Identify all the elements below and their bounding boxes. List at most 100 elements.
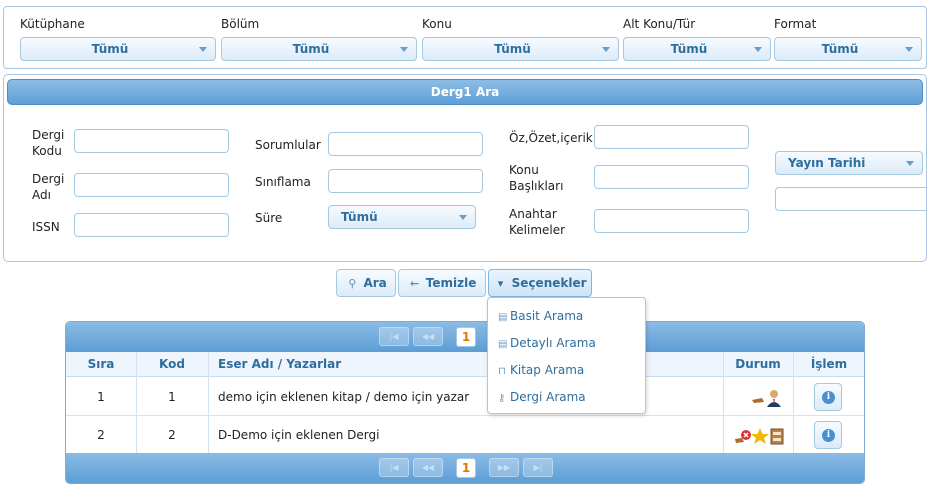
- options-button-label: Seçenekler: [511, 276, 587, 290]
- journal-code-input[interactable]: [74, 129, 229, 153]
- column-divider: [208, 352, 209, 453]
- menu-item-label: Basit Arama: [510, 309, 584, 323]
- chevron-down-icon: [754, 47, 762, 52]
- responsibles-label: Sorumlular: [255, 138, 321, 152]
- subject-select[interactable]: Tümü: [422, 37, 619, 61]
- menu-item-detailed-search[interactable]: ▤ Detaylı Arama: [498, 334, 596, 352]
- keywords-input[interactable]: [594, 209, 749, 233]
- info-icon: i: [822, 429, 835, 442]
- format-select[interactable]: Tümü: [774, 37, 922, 61]
- filter-section: Bölüm: [221, 16, 259, 32]
- search-button-label: Ara: [363, 276, 387, 290]
- chevron-down-icon: [906, 161, 914, 166]
- status-icons: [734, 416, 786, 454]
- prev-page-icon[interactable]: ◀◀: [413, 327, 443, 346]
- menu-item-label: Kitap Arama: [510, 363, 585, 377]
- filter-bar: Kütüphane Tümü Bölüm Tümü Konu Tümü Alt …: [3, 6, 927, 69]
- chevron-down-icon: [905, 47, 913, 52]
- table-row: 1 1 demo için eklenen kitap / demo için …: [66, 378, 864, 416]
- chevron-down-icon: [199, 47, 207, 52]
- status-set-icon: [735, 427, 784, 444]
- journal-code-label: Dergi Kodu: [32, 128, 65, 158]
- classification-input[interactable]: [328, 169, 483, 193]
- select-value: Tümü: [494, 42, 531, 56]
- select-value: Tümü: [821, 42, 859, 56]
- table-header: Sıra Kod Eser Adı / Yazarlar Durum İşlem: [66, 352, 864, 377]
- info-button[interactable]: i: [814, 383, 842, 411]
- search-icon: ⚲: [348, 277, 357, 290]
- lock-icon: ⊓: [498, 366, 506, 377]
- journal-name-input[interactable]: [74, 173, 229, 197]
- info-icon: i: [822, 391, 835, 404]
- column-header[interactable]: Eser Adı / Yazarlar: [218, 352, 518, 377]
- column-header[interactable]: Kod: [136, 352, 208, 377]
- column-divider: [723, 352, 724, 453]
- section-select[interactable]: Tümü: [221, 37, 417, 61]
- publication-date-select[interactable]: Yayın Tarihi: [775, 151, 923, 175]
- chevron-down-icon: [602, 47, 610, 52]
- handover-icon: [752, 389, 781, 407]
- options-menu: ▤ Basit Arama ▤ Detaylı Arama ⊓ Kitap Arama…: [487, 297, 646, 414]
- current-page[interactable]: 1: [456, 327, 476, 347]
- library-select[interactable]: Tümü: [20, 37, 216, 61]
- clear-button[interactable]: ← Temizle: [398, 269, 486, 297]
- column-divider: [793, 352, 794, 453]
- row-title: D-Demo için eklenen Dergi: [218, 428, 380, 442]
- abstract-label: Öz,Özet,içerik: [509, 131, 593, 145]
- current-page[interactable]: 1: [456, 458, 476, 478]
- select-value: Yayın Tarihi: [788, 156, 866, 170]
- menu-item-journal-search[interactable]: ⚷ Dergi Arama: [498, 388, 586, 406]
- results-grid: |◀ ◀◀ 1 Sıra Kod Eser Adı / Yazarlar Dur…: [65, 321, 865, 484]
- publication-date-input[interactable]: [775, 187, 926, 211]
- select-value: Tümü: [670, 42, 708, 56]
- menu-item-label: Dergi Arama: [510, 390, 586, 404]
- subject-headings-input[interactable]: [594, 165, 749, 189]
- first-page-icon[interactable]: |◀: [379, 458, 409, 477]
- status-icons: [750, 378, 786, 416]
- next-page-icon[interactable]: ▶▶: [489, 458, 519, 477]
- abstract-input[interactable]: [594, 125, 749, 149]
- column-header[interactable]: İşlem: [794, 352, 864, 377]
- filter-label: Kütüphane: [20, 17, 85, 31]
- filter-format: Format: [774, 16, 816, 32]
- panel-title: Derg1 Ara: [7, 79, 923, 105]
- issn-input[interactable]: [74, 213, 229, 237]
- issn-label: ISSN: [32, 220, 60, 234]
- period-select[interactable]: Tümü: [328, 205, 476, 229]
- chevron-down-icon: [400, 47, 408, 52]
- filter-subject: Konu: [422, 16, 452, 32]
- classification-label: Sınıflama: [255, 175, 311, 189]
- select-value: Tümü: [341, 210, 378, 224]
- row-code: 2: [168, 428, 176, 442]
- filter-subtype: Alt Konu/Tür: [623, 16, 695, 32]
- menu-item-basic-search[interactable]: ▤ Basit Arama: [498, 307, 583, 325]
- prev-page-icon[interactable]: ◀◀: [413, 458, 443, 477]
- arrow-left-icon: ←: [410, 277, 420, 290]
- filter-library: Kütüphane: [20, 16, 85, 32]
- key-icon: ⚷: [498, 393, 506, 404]
- options-button[interactable]: ▾ Seçenekler: [488, 269, 592, 297]
- subject-headings-label: Konu Başlıkları: [509, 163, 564, 193]
- first-page-icon[interactable]: |◀: [379, 327, 409, 346]
- column-header[interactable]: Sıra: [66, 352, 136, 377]
- chevron-down-icon: [459, 215, 467, 220]
- select-value: Tümü: [91, 42, 129, 56]
- row-number: 2: [97, 428, 105, 442]
- clear-button-label: Temizle: [425, 276, 477, 290]
- journal-name-label: Dergi Adı: [32, 172, 65, 202]
- journal-search-panel: Derg1 Ara Dergi Kodu Dergi Adı ISSN Soru…: [3, 74, 927, 262]
- responsibles-input[interactable]: [328, 132, 483, 156]
- pager-bottom: |◀ ◀◀ 1 ▶▶ ▶|: [66, 453, 864, 483]
- column-header[interactable]: Durum: [723, 352, 793, 377]
- last-page-icon[interactable]: ▶|: [523, 458, 553, 477]
- filter-label: Konu: [422, 17, 452, 31]
- table-row: 2 2 D-Demo için eklenen Dergi i: [66, 416, 864, 454]
- search-button[interactable]: ⚲ Ara: [336, 269, 396, 297]
- filter-label: Bölüm: [221, 17, 260, 31]
- menu-item-book-search[interactable]: ⊓ Kitap Arama: [498, 361, 584, 379]
- info-button[interactable]: i: [814, 421, 842, 449]
- row-number: 1: [97, 390, 105, 404]
- list-icon: ▤: [498, 339, 508, 350]
- subtype-select[interactable]: Tümü: [623, 37, 771, 61]
- filter-label: Alt Konu/Tür: [623, 17, 696, 31]
